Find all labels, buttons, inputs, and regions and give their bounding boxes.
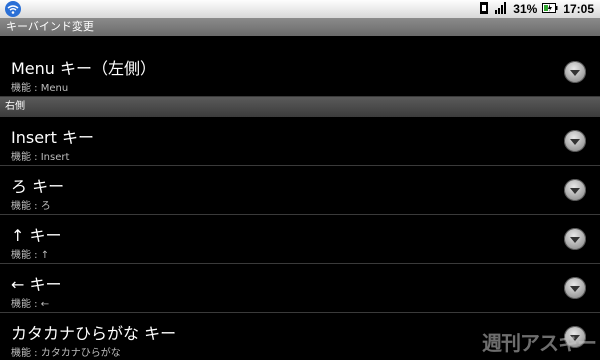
signal-icon <box>494 1 508 18</box>
battery-percent: 31% <box>513 2 538 16</box>
section-header: 右側 <box>0 97 600 117</box>
sim-icon <box>479 1 489 18</box>
list-item-title: カタカナひらがな キー <box>11 324 177 343</box>
list-item-title: ← キー <box>11 275 62 294</box>
status-right: 31% 17:05 <box>479 0 594 18</box>
dropdown-arrow-icon[interactable] <box>564 277 586 299</box>
list-item-insert-key[interactable]: Insert キー 機能 : Insert <box>0 117 600 166</box>
dropdown-arrow-icon[interactable] <box>564 61 586 83</box>
watermark: 週刊アスキー <box>482 331 597 355</box>
list-item-title: Insert キー <box>11 128 94 147</box>
clock: 17:05 <box>563 2 594 16</box>
dropdown-arrow-icon[interactable] <box>564 228 586 250</box>
list-item-title: ろ キー <box>11 177 65 196</box>
dropdown-arrow-icon[interactable] <box>564 130 586 152</box>
list-item-up-key[interactable]: ↑ キー 機能 : ↑ <box>0 215 600 264</box>
list-item-menu-key[interactable]: Menu キー（左側） 機能 : Menu <box>0 48 600 97</box>
list-item-subtitle: 機能 : ろ <box>11 201 51 212</box>
list-item-ro-key[interactable]: ろ キー 機能 : ろ <box>0 166 600 215</box>
list-item-subtitle: 機能 : Insert <box>11 152 70 163</box>
battery-icon <box>542 2 558 17</box>
list-item-subtitle: 機能 : カタカナひらがな <box>11 348 121 359</box>
wifi-icon <box>5 1 21 17</box>
list-item-left-key[interactable]: ← キー 機能 : ← <box>0 264 600 313</box>
list-item-subtitle: 機能 : ← <box>11 299 50 310</box>
dropdown-arrow-icon[interactable] <box>564 179 586 201</box>
list-item-title: Menu キー（左側） <box>11 59 157 78</box>
status-bar: 31% 17:05 <box>0 0 600 18</box>
list-item-subtitle: 機能 : ↑ <box>11 250 50 261</box>
page-title: キーバインド変更 <box>0 18 600 36</box>
list-item-title: ↑ キー <box>11 226 62 245</box>
list-item-subtitle: 機能 : Menu <box>11 83 69 94</box>
